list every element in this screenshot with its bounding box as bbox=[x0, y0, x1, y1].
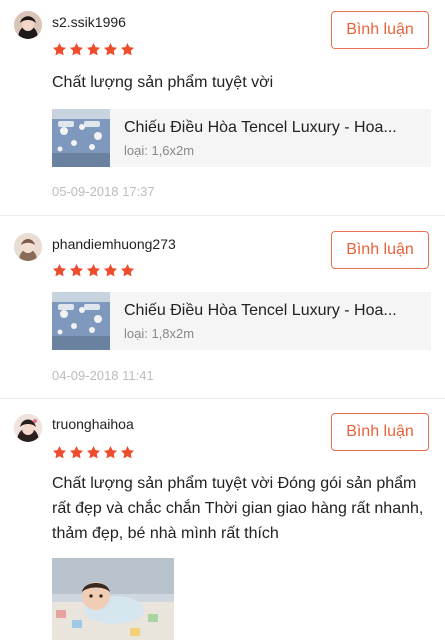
user-avatar[interactable] bbox=[14, 11, 42, 39]
reply-button[interactable]: Bình luận bbox=[331, 11, 429, 49]
review-comment: Chất lượng sản phẩm tuyệt vời bbox=[52, 74, 274, 91]
reply-button[interactable]: Bình luận bbox=[331, 231, 429, 269]
star-icon bbox=[52, 42, 67, 56]
product-thumbnail bbox=[52, 109, 110, 167]
star-rating bbox=[52, 445, 135, 460]
star-icon bbox=[103, 42, 118, 56]
review-item: phandiemhuong273 Bình luận Chiếu Điều Hò… bbox=[0, 216, 445, 399]
star-icon bbox=[103, 445, 118, 459]
product-title: Chiếu Điều Hòa Tencel Luxury - Hoa... bbox=[124, 118, 397, 136]
review-photo[interactable] bbox=[52, 558, 174, 640]
star-icon bbox=[69, 263, 84, 277]
star-icon bbox=[69, 445, 84, 459]
star-icon bbox=[120, 445, 135, 459]
star-icon bbox=[86, 263, 101, 277]
review-date: 05-09-2018 17:37 bbox=[52, 184, 155, 199]
user-avatar[interactable] bbox=[14, 414, 42, 442]
review-item: s2.ssik1996 Bình luận Chất lượng sản phẩ… bbox=[0, 0, 445, 216]
star-rating bbox=[52, 263, 135, 278]
star-rating bbox=[52, 42, 135, 57]
review-comment: Chất lượng sản phẩm tuyệt vời Đóng gói s… bbox=[52, 475, 424, 542]
username[interactable]: truonghaihoa bbox=[52, 416, 134, 432]
product-variant: loại: 1,8x2m bbox=[124, 325, 195, 341]
product-title: Chiếu Điều Hòa Tencel Luxury - Hoa... bbox=[124, 301, 397, 319]
username[interactable]: s2.ssik1996 bbox=[52, 14, 126, 30]
product-thumbnail bbox=[52, 292, 110, 350]
username[interactable]: phandiemhuong273 bbox=[52, 236, 176, 252]
star-icon bbox=[120, 263, 135, 277]
star-icon bbox=[86, 42, 101, 56]
star-icon bbox=[52, 445, 67, 459]
review-date: 04-09-2018 11:41 bbox=[52, 368, 154, 383]
star-icon bbox=[103, 263, 118, 277]
star-icon bbox=[120, 42, 135, 56]
reply-button[interactable]: Bình luận bbox=[331, 413, 429, 451]
user-avatar[interactable] bbox=[14, 233, 42, 261]
product-card[interactable]: Chiếu Điều Hòa Tencel Luxury - Hoa... lo… bbox=[52, 292, 431, 350]
product-variant: loại: 1,6x2m bbox=[124, 142, 195, 158]
star-icon bbox=[52, 263, 67, 277]
product-card[interactable]: Chiếu Điều Hòa Tencel Luxury - Hoa... lo… bbox=[52, 109, 431, 167]
star-icon bbox=[86, 445, 101, 459]
star-icon bbox=[69, 42, 84, 56]
